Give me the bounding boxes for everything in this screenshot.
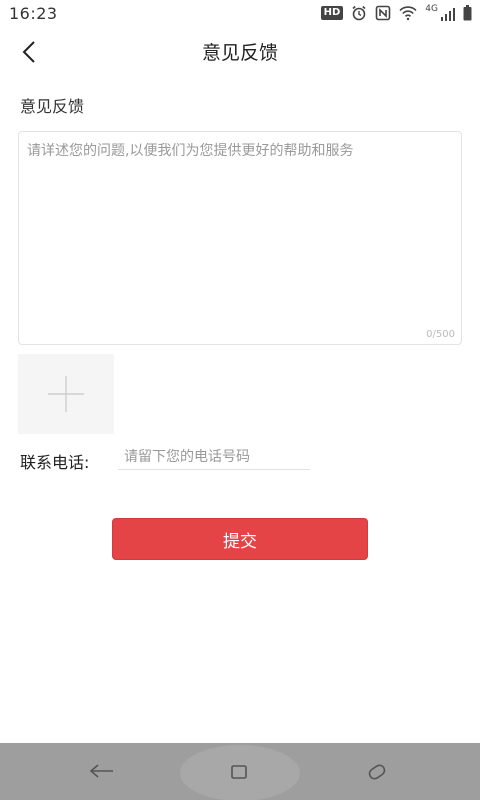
wifi-icon [399, 6, 417, 21]
alarm-icon [352, 5, 366, 21]
nfc-icon [375, 5, 391, 21]
feedback-box: 0/500 [18, 131, 462, 345]
feedback-input[interactable] [19, 132, 461, 344]
submit-button[interactable]: 提交 [112, 518, 368, 560]
phone-input[interactable] [118, 444, 310, 470]
status-icons: HD 4G [320, 4, 472, 22]
add-image-button[interactable] [18, 354, 114, 434]
nav-back-icon[interactable] [88, 759, 116, 783]
nav-home-icon[interactable] [231, 765, 247, 779]
nav-bar [0, 743, 480, 800]
battery-icon [463, 5, 472, 21]
status-bar: 16:23 HD 4G [0, 0, 480, 26]
phone-label: 联系电话: [20, 453, 90, 472]
plus-icon [48, 376, 84, 412]
status-time: 16:23 [9, 4, 58, 23]
hd-icon: HD [320, 6, 344, 20]
page-title: 意见反馈 [201, 42, 278, 64]
signal-icon: 4G [425, 5, 455, 21]
header: 意见反馈 [0, 26, 480, 76]
network-label: 4G [425, 4, 438, 14]
feedback-label: 意见反馈 [20, 97, 85, 116]
char-counter: 0/500 [426, 329, 455, 340]
nav-recent-icon[interactable] [366, 761, 388, 783]
